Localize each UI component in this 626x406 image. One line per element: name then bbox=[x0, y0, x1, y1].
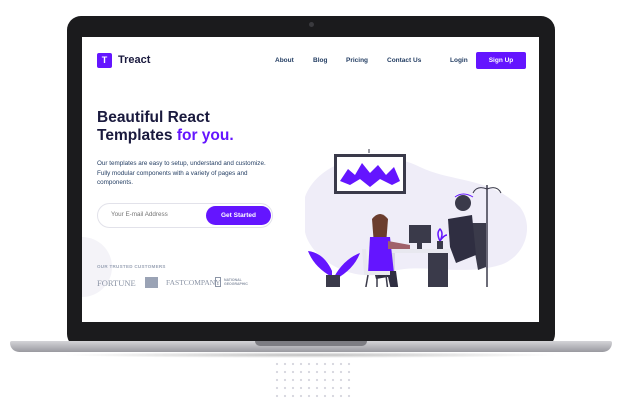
fastcompany-logo: FASTCOMPANY bbox=[166, 278, 221, 287]
laptop-screen: T Treact About Blog Pricing Contact Us L… bbox=[82, 37, 539, 322]
email-input[interactable] bbox=[111, 211, 201, 218]
top-navbar: T Treact About Blog Pricing Contact Us L… bbox=[82, 51, 539, 71]
laptop-base-notch bbox=[255, 341, 367, 346]
fortune-logo: FORTUNE bbox=[97, 278, 136, 288]
nav-link-about[interactable]: About bbox=[275, 56, 294, 65]
nav-link-pricing[interactable]: Pricing bbox=[346, 56, 368, 65]
hero-description: Our templates are easy to setup, underst… bbox=[97, 160, 266, 186]
hat bbox=[455, 195, 471, 211]
decorative-dot-grid bbox=[273, 360, 353, 400]
laptop-shadow bbox=[60, 352, 560, 358]
desk-drawer bbox=[428, 253, 448, 287]
webcam bbox=[309, 22, 314, 27]
desk-top bbox=[390, 249, 450, 253]
headline-accent: for you. bbox=[176, 127, 234, 144]
trusted-customers-heading: OUR TRUSTED CUSTOMERS bbox=[97, 264, 166, 269]
newspaper-logo bbox=[145, 277, 158, 288]
hero-illustration bbox=[305, 149, 528, 287]
natgeo-logo-icon bbox=[215, 277, 221, 287]
email-signup-form: Get Started bbox=[97, 203, 273, 228]
plant-pot bbox=[326, 275, 340, 287]
logo-text[interactable]: Treact bbox=[118, 53, 150, 68]
headline-line-1: Beautiful React bbox=[97, 109, 210, 126]
natgeo-word-2: GEOGRAPHIC bbox=[224, 282, 248, 286]
natgeo-logo-text: NATIONAL GEOGRAPHIC bbox=[224, 278, 248, 286]
headline-line-2: Templates bbox=[97, 127, 177, 144]
logo-icon[interactable]: T bbox=[97, 53, 112, 68]
get-started-button[interactable]: Get Started bbox=[206, 206, 271, 225]
hero-headline: Beautiful React Templates for you. bbox=[97, 109, 297, 145]
nav-link-contact[interactable]: Contact Us bbox=[387, 56, 421, 65]
signup-button[interactable]: Sign Up bbox=[476, 52, 526, 69]
login-link[interactable]: Login bbox=[450, 56, 468, 65]
computer-monitor bbox=[409, 225, 431, 243]
nav-link-blog[interactable]: Blog bbox=[313, 56, 327, 65]
